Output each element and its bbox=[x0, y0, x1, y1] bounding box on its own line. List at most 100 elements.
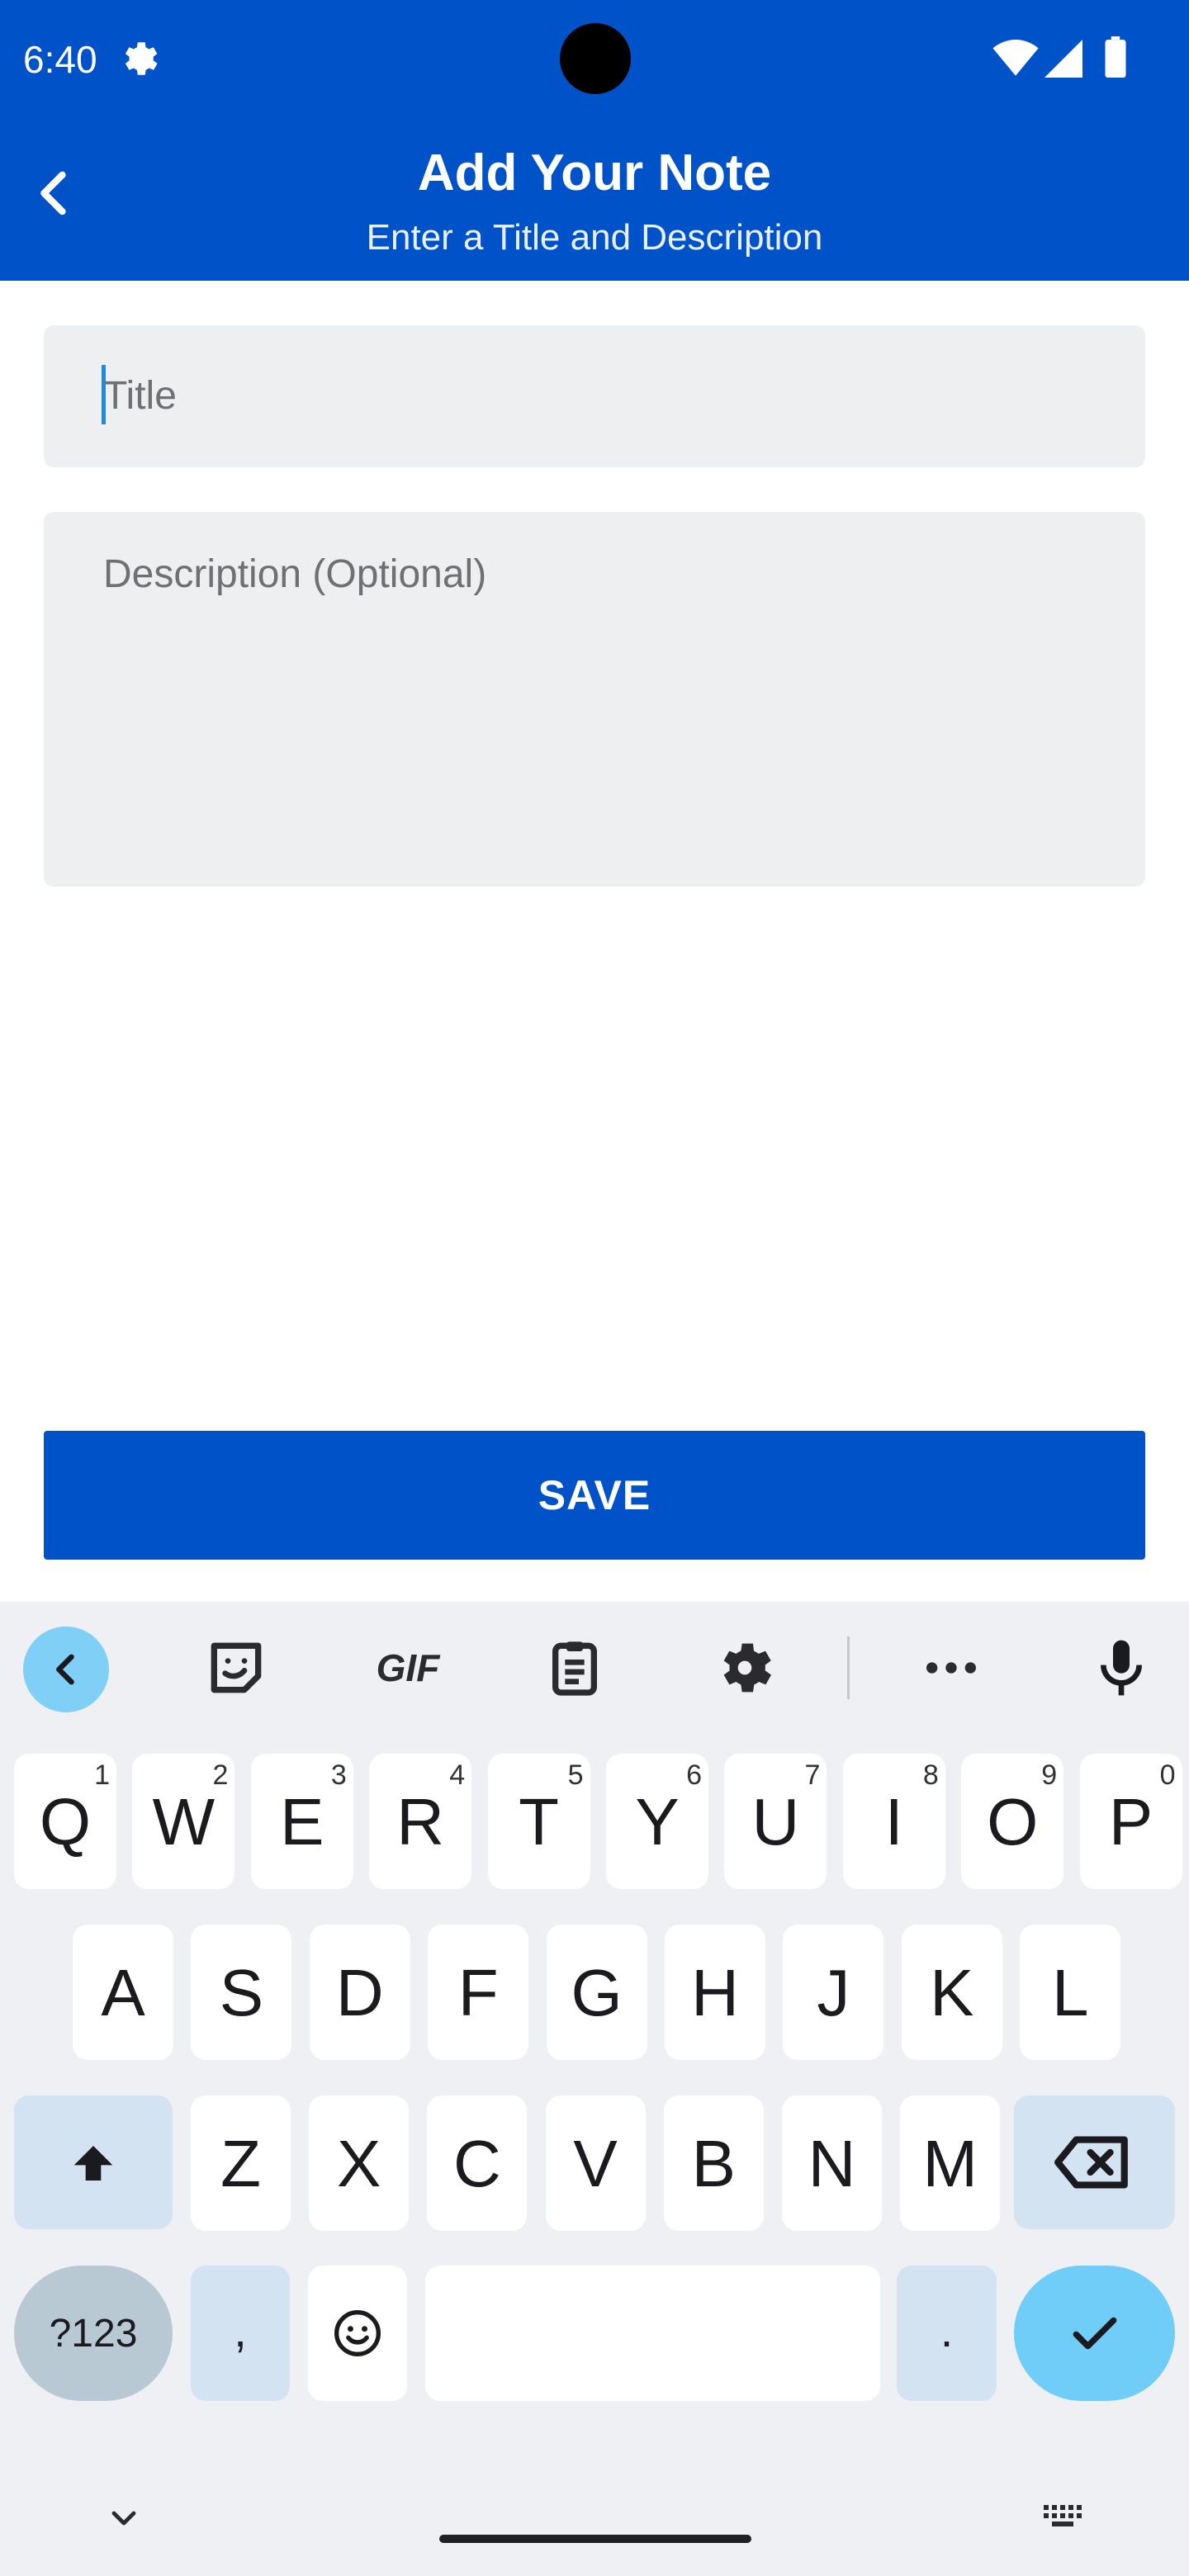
comma-key[interactable]: , bbox=[191, 2266, 290, 2401]
key-number-hint: 8 bbox=[922, 1759, 939, 1791]
settings-gear-icon bbox=[125, 42, 158, 75]
key-label: C bbox=[453, 2127, 501, 2200]
sticker-icon[interactable] bbox=[203, 1635, 269, 1701]
key-p[interactable]: P0 bbox=[1079, 1754, 1182, 1889]
key-t[interactable]: T5 bbox=[487, 1754, 590, 1889]
key-label: L bbox=[1051, 1956, 1089, 2029]
key-number-hint: 7 bbox=[804, 1759, 821, 1791]
keyboard-collapse-button[interactable] bbox=[23, 1627, 109, 1712]
wifi-icon bbox=[992, 40, 1039, 76]
key-label: M bbox=[922, 2127, 978, 2200]
checkmark-icon bbox=[1073, 2317, 1117, 2350]
period-key-label: . bbox=[940, 2304, 954, 2356]
key-u[interactable]: U7 bbox=[724, 1754, 827, 1889]
key-label: O bbox=[987, 1785, 1039, 1859]
space-key[interactable] bbox=[425, 2266, 880, 2401]
key-m[interactable]: M bbox=[900, 2095, 1001, 2231]
key-label: E bbox=[280, 1785, 324, 1859]
key-label: I bbox=[884, 1785, 903, 1859]
more-icon[interactable] bbox=[918, 1635, 984, 1701]
key-a[interactable]: A bbox=[73, 1925, 173, 2060]
key-h[interactable]: H bbox=[665, 1925, 765, 2060]
key-label: P bbox=[1108, 1785, 1153, 1859]
key-w[interactable]: W2 bbox=[132, 1754, 235, 1889]
symbols-key[interactable]: ?123 bbox=[14, 2266, 173, 2401]
key-number-hint: 2 bbox=[212, 1759, 229, 1791]
key-number-hint: 9 bbox=[1041, 1759, 1058, 1791]
description-input[interactable]: Description (Optional) bbox=[44, 512, 1145, 887]
title-input[interactable]: Title bbox=[44, 325, 1145, 467]
key-b[interactable]: B bbox=[663, 2095, 764, 2231]
period-key[interactable]: . bbox=[897, 2266, 997, 2401]
key-label: V bbox=[573, 2127, 618, 2200]
key-k[interactable]: K bbox=[901, 1925, 1002, 2060]
chevron-left-icon bbox=[56, 1654, 74, 1685]
key-label: N bbox=[808, 2127, 856, 2200]
key-label: B bbox=[691, 2127, 736, 2200]
key-o[interactable]: O9 bbox=[961, 1754, 1064, 1889]
key-v[interactable]: V bbox=[545, 2095, 646, 2231]
key-q[interactable]: Q1 bbox=[14, 1754, 116, 1889]
page-title: Add Your Note bbox=[417, 144, 772, 201]
key-label: R bbox=[396, 1785, 445, 1859]
key-label: Z bbox=[220, 2127, 261, 2200]
key-c[interactable]: C bbox=[427, 2095, 528, 2231]
key-label: Q bbox=[39, 1785, 92, 1859]
key-label: X bbox=[337, 2127, 381, 2200]
key-z[interactable]: Z bbox=[191, 2095, 291, 2231]
key-number-hint: 5 bbox=[567, 1759, 584, 1791]
key-r[interactable]: R4 bbox=[369, 1754, 472, 1889]
battery-icon bbox=[1105, 36, 1126, 78]
key-label: U bbox=[751, 1785, 800, 1859]
key-number-hint: 3 bbox=[330, 1759, 347, 1791]
key-e[interactable]: E3 bbox=[250, 1754, 353, 1889]
key-label: J bbox=[817, 1956, 850, 2029]
key-l[interactable]: L bbox=[1020, 1925, 1121, 2060]
title-placeholder: Title bbox=[103, 374, 177, 418]
key-label: S bbox=[219, 1956, 264, 2029]
key-d[interactable]: D bbox=[309, 1925, 410, 2060]
key-s[interactable]: S bbox=[191, 1925, 292, 2060]
key-x[interactable]: X bbox=[309, 2095, 410, 2231]
key-label: H bbox=[691, 1956, 739, 2029]
key-f[interactable]: F bbox=[428, 1925, 529, 2060]
key-label: F bbox=[457, 1956, 499, 2029]
key-number-hint: 6 bbox=[686, 1759, 702, 1791]
key-label: D bbox=[335, 1956, 384, 2029]
enter-key[interactable] bbox=[1014, 2266, 1175, 2401]
shift-icon bbox=[73, 2146, 113, 2181]
cell-signal-icon bbox=[1045, 40, 1082, 78]
shift-key[interactable] bbox=[14, 2095, 173, 2229]
key-label: W bbox=[152, 1785, 216, 1859]
keyboard-switch-icon[interactable] bbox=[1042, 2498, 1088, 2535]
description-placeholder: Description (Optional) bbox=[103, 552, 487, 596]
camera-cutout bbox=[560, 23, 631, 94]
emoji-icon bbox=[334, 2310, 381, 2356]
settings-icon[interactable] bbox=[712, 1635, 778, 1701]
key-y[interactable]: Y6 bbox=[606, 1754, 708, 1889]
key-j[interactable]: J bbox=[783, 1925, 884, 2060]
key-label: K bbox=[930, 1956, 974, 2029]
microphone-icon[interactable] bbox=[1088, 1635, 1154, 1701]
key-i[interactable]: I8 bbox=[842, 1754, 945, 1889]
emoji-key[interactable] bbox=[308, 2266, 407, 2401]
page-subtitle: Enter a Title and Description bbox=[366, 217, 823, 258]
hide-keyboard-icon[interactable] bbox=[104, 2498, 144, 2538]
key-n[interactable]: N bbox=[782, 2095, 882, 2231]
soft-keyboard: GIF ?123 , . Q 1 W 2 E 3 R 4 T 5 Y 6 U 7… bbox=[0, 1602, 1189, 2576]
symbols-key-label: ?123 bbox=[49, 2312, 138, 2356]
save-button[interactable]: SAVE bbox=[44, 1431, 1145, 1560]
key-label: Y bbox=[635, 1785, 680, 1859]
backspace-icon bbox=[1054, 2136, 1128, 2189]
clipboard-icon[interactable] bbox=[542, 1635, 608, 1701]
gif-icon[interactable]: GIF bbox=[368, 1635, 448, 1701]
keyboard-toolbar: GIF bbox=[0, 1602, 1189, 1734]
key-label: G bbox=[571, 1956, 623, 2029]
comma-key-label: , bbox=[234, 2304, 247, 2356]
gesture-nav-handle[interactable] bbox=[439, 2535, 751, 2543]
backspace-key[interactable] bbox=[1014, 2095, 1175, 2229]
key-label: T bbox=[519, 1785, 560, 1859]
key-g[interactable]: G bbox=[546, 1925, 647, 2060]
key-number-hint: 0 bbox=[1159, 1759, 1176, 1791]
toolbar-divider bbox=[847, 1636, 850, 1699]
